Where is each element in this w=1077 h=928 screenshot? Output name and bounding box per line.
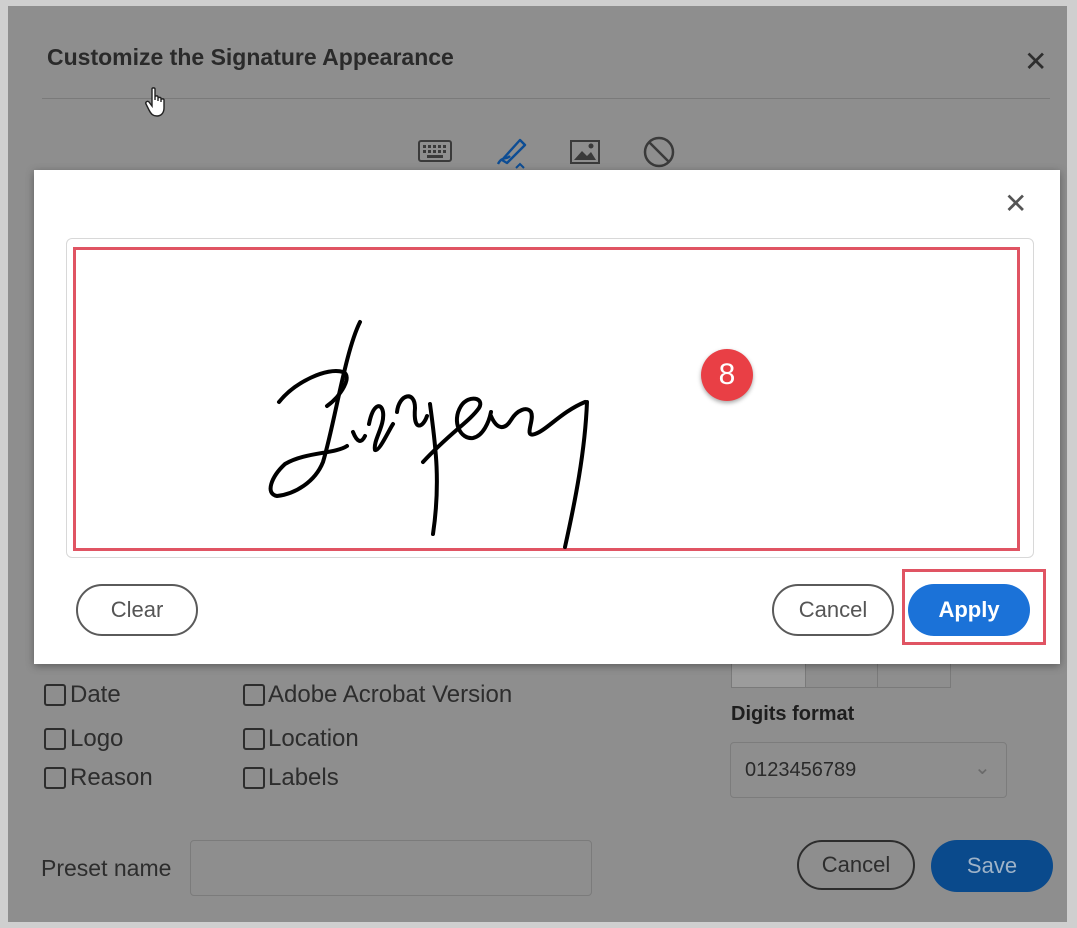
modal-close-icon[interactable]: ✕: [1004, 190, 1027, 218]
step-number-badge: 8: [701, 349, 753, 401]
option-label-date: Date: [70, 681, 121, 708]
preset-name-input[interactable]: [190, 840, 592, 896]
digits-format-value: 0123456789: [745, 759, 857, 781]
keyboard-icon[interactable]: [415, 132, 455, 172]
handwritten-signature: [268, 320, 589, 549]
apply-button-highlight: [902, 569, 1046, 645]
checkbox-reason[interactable]: [44, 767, 66, 789]
window-edge-bottom: [0, 922, 1077, 928]
window-edge-left: [0, 0, 8, 928]
option-label-reason: Reason: [70, 764, 153, 791]
image-icon[interactable]: [565, 132, 605, 172]
option-label-logo: Logo: [70, 725, 124, 752]
checkbox-location[interactable]: [243, 728, 265, 750]
preset-name-label: Preset name: [41, 855, 172, 881]
hand-cursor-icon: [145, 87, 165, 117]
save-button[interactable]: Save: [931, 840, 1053, 892]
modal-cancel-button[interactable]: Cancel: [772, 584, 894, 636]
title-divider: [42, 98, 1050, 99]
checkbox-logo[interactable]: [44, 728, 66, 750]
option-label-acrobat-version: Adobe Acrobat Version: [268, 681, 513, 708]
digits-format-label: Digits format: [731, 703, 855, 725]
cancel-button[interactable]: Cancel: [797, 840, 915, 890]
chevron-down-icon: ⌄: [974, 757, 991, 779]
clear-button[interactable]: Clear: [76, 584, 198, 636]
window-edge-right: [1067, 0, 1077, 928]
window-edge-top: [0, 0, 1077, 6]
option-label-labels: Labels: [268, 764, 339, 791]
dialog-title: Customize the Signature Appearance: [47, 44, 454, 70]
none-icon[interactable]: [639, 132, 679, 172]
checkbox-date[interactable]: [44, 684, 66, 706]
close-icon[interactable]: ✕: [1024, 48, 1047, 76]
checkbox-labels[interactable]: [243, 767, 265, 789]
digits-format-select[interactable]: 0123456789 ⌄: [730, 742, 1007, 798]
draw-pen-icon[interactable]: [492, 132, 532, 172]
option-label-location: Location: [268, 725, 359, 752]
checkbox-acrobat-version[interactable]: [243, 684, 265, 706]
